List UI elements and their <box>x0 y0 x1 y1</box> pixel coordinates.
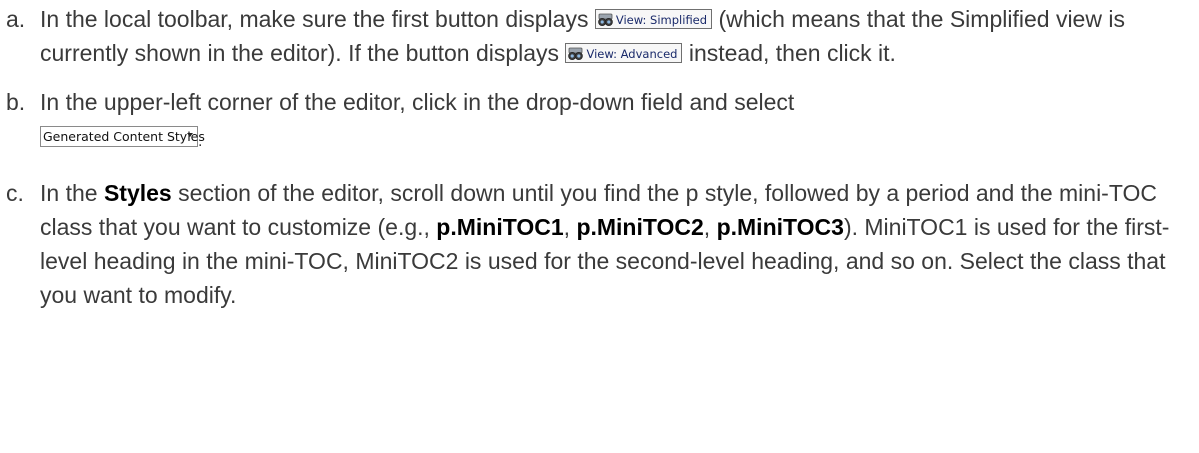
step-marker: b. <box>6 89 26 115</box>
step-text: instead, then click it. <box>682 40 896 66</box>
binoculars-icon <box>568 47 584 60</box>
step-marker: c. <box>6 180 24 206</box>
class-name-minitoc3: p.MiniTOC3 <box>716 214 844 240</box>
instruction-steps: a. In the local toolbar, make sure the f… <box>0 0 1199 312</box>
chevron-down-icon <box>187 133 193 137</box>
view-advanced-button[interactable]: View: Advanced <box>565 43 683 63</box>
step-text: , <box>703 214 717 240</box>
step-text: In the <box>40 180 104 206</box>
step-c: c. In the Styles section of the editor, … <box>0 176 1199 312</box>
view-simplified-label: View: Simplified <box>615 13 708 27</box>
class-name-minitoc1: p.MiniTOC1 <box>436 214 564 240</box>
generated-content-styles-dropdown[interactable]: Generated Content Styles <box>40 126 205 147</box>
step-b: b. In the upper-left corner of the edito… <box>0 85 1199 159</box>
view-advanced-label: View: Advanced <box>586 47 678 61</box>
step-a: a. In the local toolbar, make sure the f… <box>0 2 1199 70</box>
dropdown-value: Generated Content Styles <box>43 129 205 144</box>
class-name-minitoc2: p.MiniTOC2 <box>576 214 704 240</box>
view-simplified-button[interactable]: View: Simplified <box>594 9 713 29</box>
binoculars-icon <box>598 13 613 26</box>
step-text: , <box>563 214 577 240</box>
step-marker: a. <box>6 6 26 32</box>
styles-section-label: Styles <box>103 180 172 206</box>
step-text: In the upper-left corner of the editor, … <box>40 89 795 115</box>
step-text: In the local toolbar, make sure the firs… <box>40 6 595 32</box>
